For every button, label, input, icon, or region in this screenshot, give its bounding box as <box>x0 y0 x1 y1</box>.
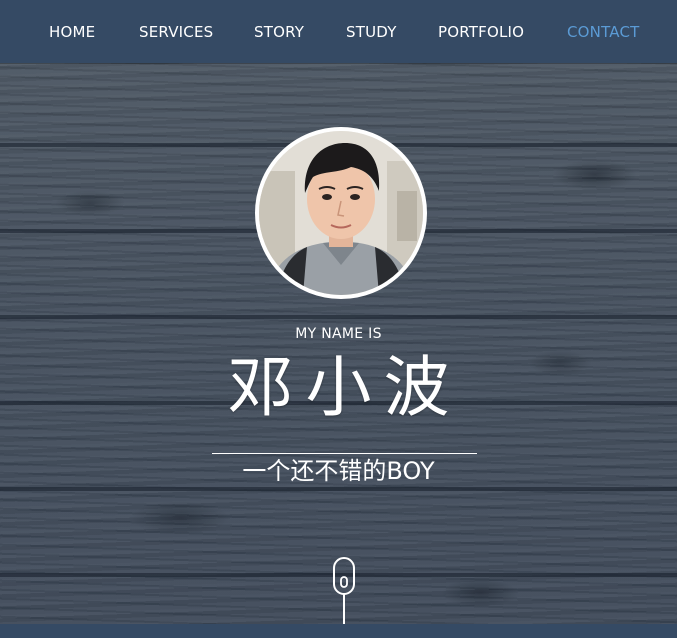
avatar-portrait-image <box>259 131 423 295</box>
nav-item-home[interactable]: HOME <box>49 22 95 42</box>
nav-item-portfolio[interactable]: PORTFOLIO <box>438 22 524 42</box>
tagline-divider <box>212 453 477 454</box>
hero-name-title: 邓小波 <box>227 349 462 426</box>
mouse-scroll-icon[interactable] <box>332 557 356 624</box>
top-navigation: HOME SERVICES STORY STUDY PORTFOLIO CONT… <box>0 0 677 63</box>
bottom-strip <box>0 624 677 638</box>
nav-item-contact[interactable]: CONTACT <box>567 22 640 42</box>
nav-item-study[interactable]: STUDY <box>346 22 397 42</box>
avatar <box>255 127 427 299</box>
nav-item-services[interactable]: SERVICES <box>139 22 213 42</box>
hero-tagline: 一个还不错的BOY <box>242 457 435 485</box>
nav-item-story[interactable]: STORY <box>254 22 304 42</box>
hero-eyebrow-text: MY NAME IS <box>295 326 382 342</box>
